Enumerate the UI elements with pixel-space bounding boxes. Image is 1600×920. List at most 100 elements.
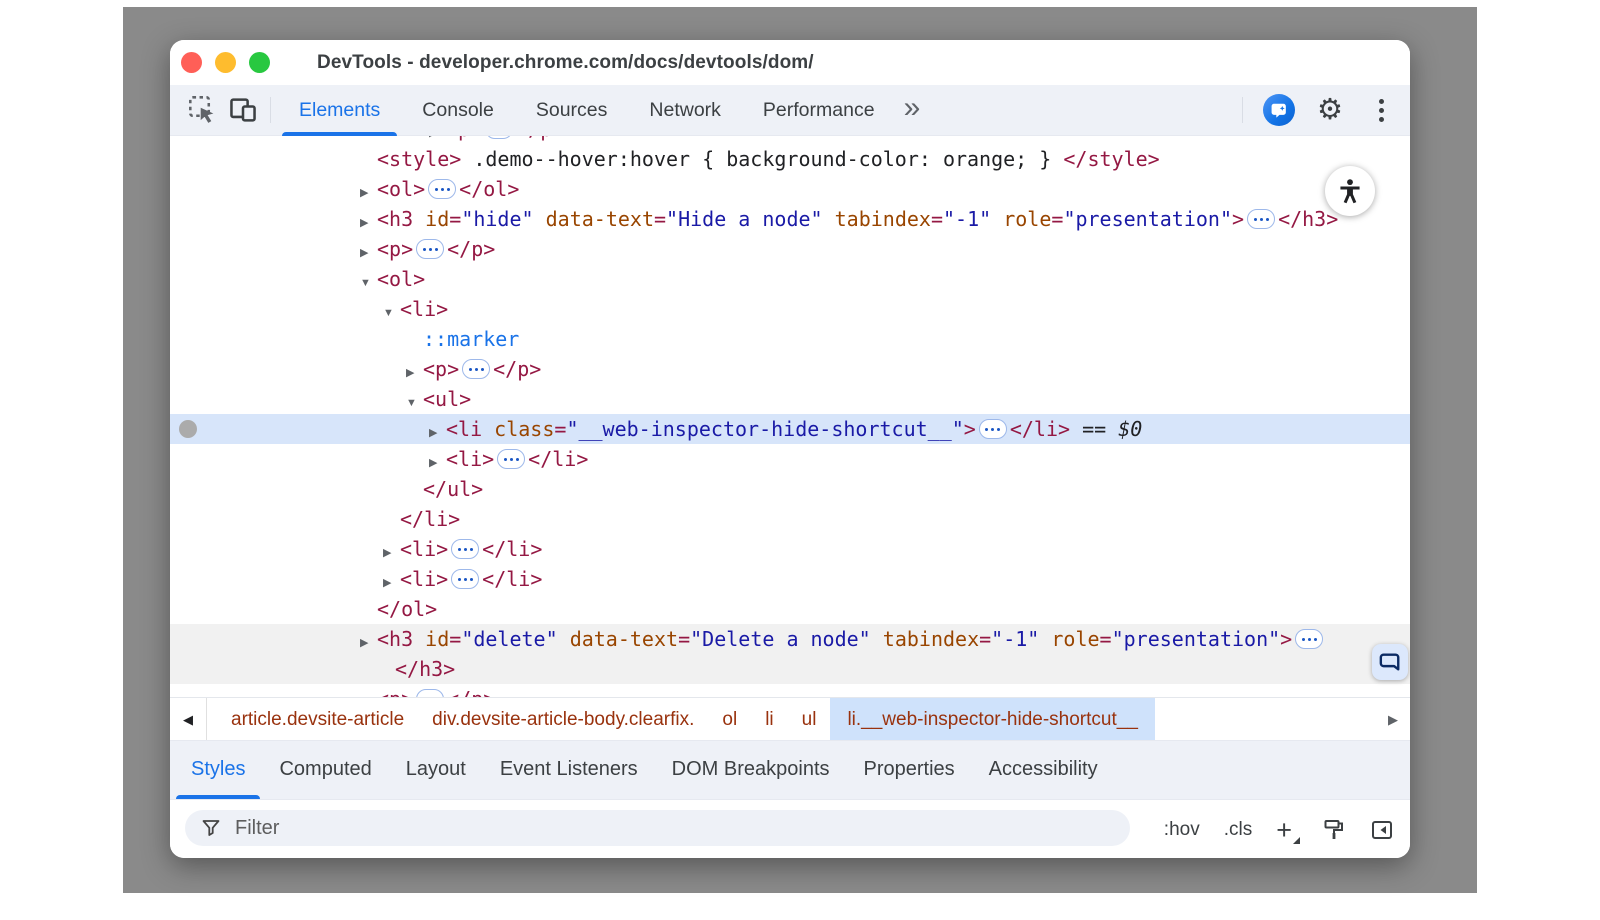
close-button[interactable] <box>181 52 202 73</box>
code-token-tag: <li <box>446 417 494 441</box>
code-token-tag: = <box>554 417 566 441</box>
expand-children-ellipsis-icon[interactable] <box>416 239 444 259</box>
code-token-tag: = <box>931 207 943 231</box>
node-partial-bottom[interactable]: ▶<p></p> <box>170 684 1410 697</box>
zoom-button[interactable] <box>249 52 270 73</box>
tab-console[interactable]: Console <box>401 85 515 135</box>
breadcrumb-scroll-right-icon[interactable]: ▶ <box>1376 698 1410 741</box>
node-li-open[interactable]: ▼<li> <box>170 294 1410 324</box>
code-token-tag: <p> <box>446 136 482 141</box>
expand-children-ellipsis-icon[interactable] <box>1247 209 1275 229</box>
code-token-attr: data-text <box>570 627 678 651</box>
minimize-button[interactable] <box>215 52 236 73</box>
sidebar-tab-layout[interactable]: Layout <box>389 741 483 799</box>
sidebar-tab-event-listeners[interactable]: Event Listeners <box>483 741 655 799</box>
node-li-selected[interactable]: ▶<li class="__web-inspector-hide-shortcu… <box>170 414 1410 444</box>
breadcrumb-item[interactable]: li.__web-inspector-hide-shortcut__ <box>830 698 1154 741</box>
more-tabs-icon[interactable]: » <box>896 85 929 135</box>
ai-assistant-floating-button[interactable] <box>1372 644 1408 680</box>
accessibility-icon[interactable] <box>1325 166 1375 216</box>
code-token-attr: tabindex <box>883 627 979 651</box>
code-token-tag: </h3> <box>1278 207 1338 231</box>
ai-assistant-icon[interactable] <box>1263 94 1295 126</box>
tab-elements[interactable]: Elements <box>278 85 401 135</box>
node-h3-delete-close[interactable]: </h3> <box>170 654 1410 684</box>
node-ul-open[interactable]: ▼<ul> <box>170 384 1410 414</box>
expand-children-ellipsis-icon[interactable] <box>451 569 479 589</box>
node-ol-close[interactable]: </ol> <box>170 594 1410 624</box>
inspect-icon[interactable] <box>186 94 220 126</box>
sidebar-tab-properties[interactable]: Properties <box>847 741 972 799</box>
new-style-rule-button[interactable]: + <box>1276 818 1298 842</box>
toggle-class-button[interactable]: .cls <box>1224 819 1253 841</box>
node-style[interactable]: <style> .demo--hover:hover { background-… <box>170 144 1410 174</box>
expand-children-ellipsis-icon[interactable] <box>451 539 479 559</box>
node-li-close[interactable]: </li> <box>170 504 1410 534</box>
sidebar-tab-dom-breakpoints[interactable]: DOM Breakpoints <box>655 741 847 799</box>
toggle-sidebar-icon[interactable] <box>1370 818 1394 842</box>
node-ol-collapsed[interactable]: ▶<ol></ol> <box>170 174 1410 204</box>
settings-gear-icon[interactable]: ⚙ <box>1313 92 1347 128</box>
code-token-tag: </ol> <box>459 177 519 201</box>
devtools-window: DevTools - developer.chrome.com/docs/dev… <box>170 40 1410 858</box>
code-token-tag: <ol> <box>377 177 425 201</box>
expand-children-ellipsis-icon[interactable] <box>428 179 456 199</box>
more-menu-kebab-icon[interactable] <box>1367 94 1395 126</box>
code-token-dollar: $0 <box>1118 417 1142 441</box>
toggle-element-state-button[interactable]: :hov <box>1164 819 1200 841</box>
node-ul-close[interactable]: </ul> <box>170 474 1410 504</box>
sidebar-tab-computed[interactable]: Computed <box>262 741 388 799</box>
sidebar-tab-accessibility[interactable]: Accessibility <box>972 741 1115 799</box>
tab-sources[interactable]: Sources <box>515 85 629 135</box>
device-toolbar-icon[interactable] <box>226 94 260 126</box>
expand-children-ellipsis-icon[interactable] <box>485 136 513 139</box>
breadcrumb: article.devsite-articlediv.devsite-artic… <box>207 698 1376 741</box>
node-p-collapsed[interactable]: ▶<p></p> <box>170 234 1410 264</box>
code-token-val: "-1" <box>943 207 991 231</box>
node-li-3[interactable]: ▶<li></li> <box>170 534 1410 564</box>
code-token-attr: data-text <box>546 207 654 231</box>
node-li-4[interactable]: ▶<li></li> <box>170 564 1410 594</box>
node-li-sibling[interactable]: ▶<li></li> <box>170 444 1410 474</box>
node-h3-delete[interactable]: ▶<h3 id="delete" data-text="Delete a nod… <box>170 624 1410 654</box>
node-ol-open[interactable]: ▼<ol> <box>170 264 1410 294</box>
breadcrumb-item[interactable]: li <box>751 698 787 741</box>
paint-roller-icon[interactable] <box>1322 818 1346 842</box>
code-token-tag: </ul> <box>423 477 483 501</box>
expand-children-ellipsis-icon[interactable] <box>1295 629 1323 649</box>
tab-network[interactable]: Network <box>628 85 742 135</box>
code-token-tag: <li> <box>446 447 494 471</box>
code-token-tag: </li> <box>1010 417 1070 441</box>
code-token-val: "hide" <box>461 207 533 231</box>
node-partial-top[interactable]: ▶<p></p> <box>170 136 1410 144</box>
expand-children-ellipsis-icon[interactable] <box>497 449 525 469</box>
expand-children-ellipsis-icon[interactable] <box>416 689 444 697</box>
breadcrumb-scroll-left-icon[interactable]: ◀ <box>170 698 207 741</box>
code-token-tag: </li> <box>482 567 542 591</box>
code-token-val: "Delete a node" <box>690 627 871 651</box>
node-h3-hide[interactable]: ▶<h3 id="hide" data-text="Hide a node" t… <box>170 204 1410 234</box>
tab-performance[interactable]: Performance <box>742 85 896 135</box>
code-token-text <box>991 207 1003 231</box>
code-token-tag: <style> <box>377 147 461 171</box>
node-marker-pseudo[interactable]: ::marker <box>170 324 1410 354</box>
sidebar-tab-styles[interactable]: Styles <box>174 741 262 799</box>
expand-children-ellipsis-icon[interactable] <box>462 359 490 379</box>
expand-arrow-icon[interactable]: ▶ <box>360 688 377 697</box>
breadcrumb-item[interactable]: ul <box>788 698 831 741</box>
code-token-eq: == <box>1070 417 1118 441</box>
expand-children-ellipsis-icon[interactable] <box>979 419 1007 439</box>
breadcrumb-item[interactable]: ol <box>708 698 751 741</box>
code-token-tag: <h3 <box>377 627 425 651</box>
styles-panel-tabs: StylesComputedLayoutEvent ListenersDOM B… <box>170 740 1410 800</box>
node-p2-collapsed[interactable]: ▶<p></p> <box>170 354 1410 384</box>
code-token-tag: </p> <box>493 357 541 381</box>
breadcrumb-item[interactable]: div.devsite-article-body.clearfix. <box>418 698 708 741</box>
code-token-tag: </p> <box>447 237 495 261</box>
dom-tree: ▶<p></p><style> .demo--hover:hover { bac… <box>170 136 1410 697</box>
filter-pill[interactable] <box>185 810 1130 846</box>
breadcrumb-item[interactable]: article.devsite-article <box>217 698 418 741</box>
devtools-toolbar: ElementsConsoleSourcesNetworkPerformance… <box>170 85 1410 136</box>
filter-input[interactable] <box>233 816 1130 841</box>
title-bar: DevTools - developer.chrome.com/docs/dev… <box>170 40 1410 85</box>
